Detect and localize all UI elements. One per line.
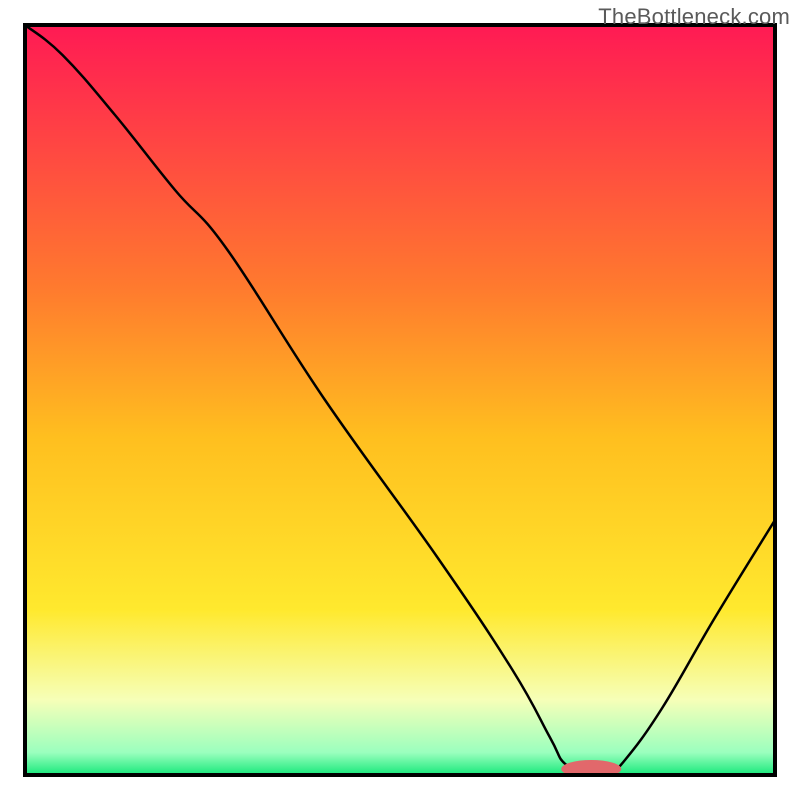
gradient-background [25, 25, 775, 775]
chart-svg [0, 0, 800, 800]
bottleneck-chart: TheBottleneck.com [0, 0, 800, 800]
